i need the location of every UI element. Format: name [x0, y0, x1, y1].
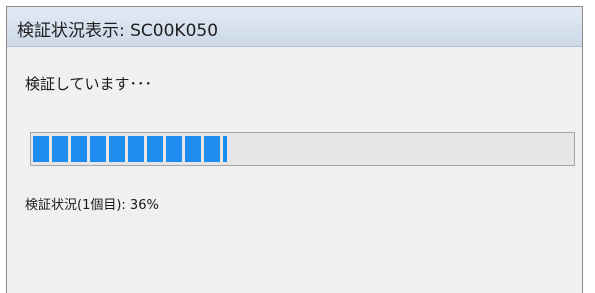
progress-caption: 検証状況(1個目): 36%	[25, 198, 159, 213]
title-bar[interactable]: 検証状況表示: SC00K050	[7, 7, 582, 47]
progress-bar-fill	[33, 136, 227, 162]
status-message: 検証しています･･･	[25, 75, 153, 93]
verification-status-dialog: 検証状況表示: SC00K050 検証しています･･･ 検証状況(1個目): 3…	[6, 6, 583, 293]
window-title: 検証状況表示: SC00K050	[17, 21, 219, 41]
progress-bar	[30, 132, 575, 166]
